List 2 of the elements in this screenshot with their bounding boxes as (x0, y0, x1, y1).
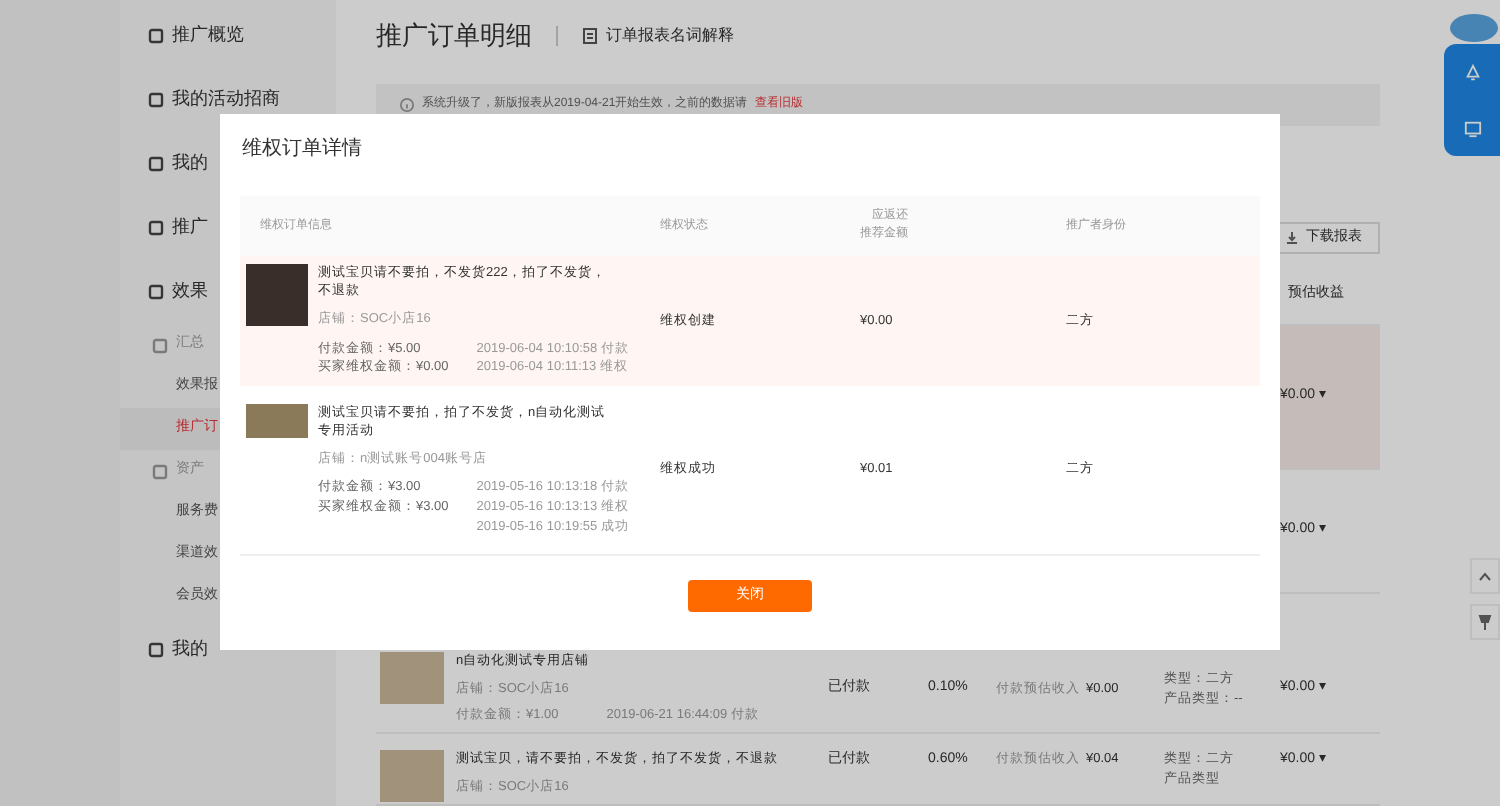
page-title: 推广订单明细 (376, 18, 532, 55)
dialog-title: 维权订单详情 (242, 135, 364, 164)
